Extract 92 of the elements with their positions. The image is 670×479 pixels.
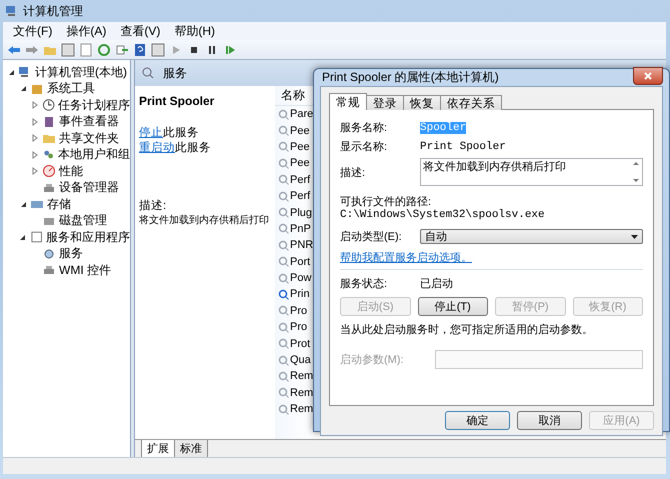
close-icon — [643, 70, 653, 80]
collapsed-arrow-icon[interactable] — [32, 101, 38, 110]
dialog-button[interactable]: 取消 — [517, 411, 582, 430]
search-icon — [141, 66, 155, 80]
tree-item[interactable]: 本地用户和组 — [58, 146, 130, 164]
service-control-button[interactable]: 停止(T) — [418, 297, 488, 316]
service-name[interactable]: Rem — [290, 370, 314, 382]
path-value: C:\Windows\System32\spoolsv.exe — [340, 209, 546, 221]
field-label: 描述: — [340, 166, 366, 180]
service-name-value: Spooler — [420, 122, 466, 134]
hint-text: 当从此处启动服务时，您可指定所适用的启动参数。 — [340, 322, 594, 337]
service-name[interactable]: Pee — [290, 157, 310, 170]
tree-item[interactable]: 任务计划程序 — [58, 96, 130, 114]
service-title: Print Spooler — [139, 94, 216, 108]
action-text: 停止此服务 — [139, 126, 200, 141]
expanded-arrow-icon[interactable] — [8, 68, 14, 76]
display-name-value: Print Spooler — [420, 140, 506, 152]
service-name[interactable]: Pee — [290, 124, 310, 137]
description-field[interactable]: 将文件加载到内存供稍后打印 — [420, 158, 643, 186]
menu-item[interactable]: 文件(F) — [7, 22, 58, 40]
service-name[interactable]: Pare — [290, 108, 314, 120]
menu-item[interactable]: 查看(V) — [114, 22, 166, 40]
tree-view-icon — [61, 42, 75, 56]
menu-item[interactable]: 帮助(H) — [168, 22, 221, 40]
dialog-tab[interactable]: 依存关系 — [440, 95, 502, 110]
service-name[interactable]: Pee — [290, 140, 310, 153]
service-name[interactable]: Prot — [290, 338, 310, 350]
service-name[interactable]: Pow — [290, 272, 312, 284]
collapsed-arrow-icon[interactable] — [32, 150, 38, 159]
dialog-tab[interactable]: 常规 — [329, 93, 367, 110]
help-link[interactable]: 帮助我配置服务启动选项。 — [340, 252, 472, 264]
service-name[interactable]: Perf — [290, 174, 310, 186]
action-link[interactable]: 停止 — [139, 127, 163, 139]
expanded-arrow-icon[interactable] — [19, 234, 26, 241]
close-button[interactable] — [633, 66, 663, 84]
refresh-icon — [97, 42, 111, 56]
service-name[interactable]: PnP — [290, 222, 311, 235]
tree-item[interactable]: 设备管理器 — [59, 179, 119, 196]
dialog-tab[interactable]: 恢复 — [403, 95, 441, 110]
service-name[interactable]: Prin — [290, 288, 310, 300]
dialog-title: Print Spooler 的属性(本地计算机) — [322, 69, 499, 86]
collapsed-arrow-icon[interactable] — [32, 134, 38, 142]
field-label: 服务名称: — [340, 121, 388, 135]
service-name[interactable]: Pro — [290, 321, 308, 334]
gauge-icon — [42, 164, 56, 178]
description-text: 将文件加载到内存供稍后打印 — [139, 214, 270, 227]
service-name[interactable]: Port — [290, 256, 310, 268]
collapsed-arrow-icon[interactable] — [32, 167, 38, 176]
field-label: 服务状态: — [340, 276, 388, 291]
dialog-tab[interactable]: 登录 — [366, 95, 404, 110]
expanded-arrow-icon[interactable] — [20, 200, 26, 208]
service-name[interactable]: Perf — [290, 190, 310, 202]
view-tab[interactable]: 标准 — [174, 440, 208, 458]
path-label: 可执行文件的路径: — [340, 194, 432, 209]
action-text: 重启动此服务 — [139, 141, 212, 156]
help-icon — [133, 42, 147, 56]
document-icon — [79, 42, 93, 56]
clock-icon — [42, 98, 55, 112]
service-name[interactable]: Rem — [290, 386, 314, 399]
status-value: 已启动 — [420, 276, 453, 291]
service-name[interactable]: PNR — [290, 239, 314, 252]
tree-item[interactable]: 共享文件夹 — [59, 130, 119, 147]
view-tab[interactable]: 扩展 — [141, 440, 175, 458]
tree-item[interactable]: 系统工具 — [47, 80, 95, 98]
field-label: 启动类型(E): — [340, 230, 403, 244]
menu-item[interactable]: 操作(A) — [60, 22, 112, 40]
tree-item[interactable]: 事件查看器 — [59, 113, 119, 130]
action-link[interactable]: 重启动 — [139, 142, 175, 154]
startup-type-dropdown[interactable]: 自动 — [420, 229, 643, 244]
description-label: 描述: — [139, 198, 168, 213]
field-label: 启动参数(M): — [340, 352, 405, 367]
dialog-button[interactable]: 确定 — [445, 411, 510, 430]
service-name[interactable]: Rem — [290, 403, 314, 416]
tree-item[interactable]: 存储 — [47, 196, 71, 213]
expanded-arrow-icon[interactable] — [20, 85, 26, 92]
tree-item[interactable]: 服务 — [59, 245, 83, 262]
caret-icon — [631, 234, 638, 238]
tree-item[interactable]: 性能 — [59, 162, 83, 180]
tree-item[interactable]: 磁盘管理 — [59, 212, 107, 230]
service-name[interactable]: Pro — [290, 304, 308, 317]
window-title: 计算机管理 — [23, 2, 83, 20]
service-name[interactable]: Plug — [290, 206, 312, 219]
panel-icon — [151, 42, 165, 56]
export-icon — [115, 42, 129, 56]
service-name[interactable]: Qua — [290, 354, 311, 366]
scroll-arrows-icon — [632, 159, 640, 185]
tree-item[interactable]: 服务和应用程序 — [46, 228, 130, 246]
tree-item[interactable]: WMI 控件 — [59, 262, 111, 279]
field-label: 显示名称: — [340, 140, 388, 154]
collapsed-arrow-icon[interactable] — [32, 118, 38, 126]
tree-item[interactable]: 计算机管理(本地) — [35, 64, 127, 81]
pane-title: 服务 — [163, 64, 187, 82]
